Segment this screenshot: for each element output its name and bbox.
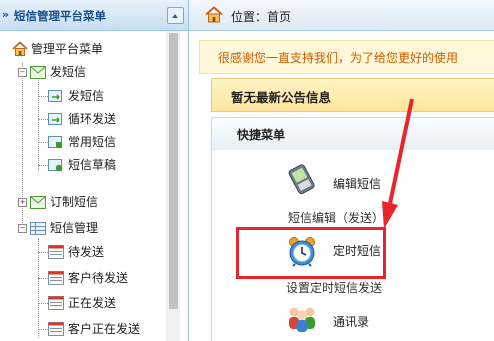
menu-item-label: 短信草稿 (68, 158, 117, 172)
thanks-banner: 很感谢您一直支持我们，为了给您更好的使用 (199, 40, 494, 74)
envelope-icon (30, 66, 46, 79)
expand-toggle[interactable]: + (18, 198, 27, 207)
home-icon (205, 6, 223, 23)
annotation-arrow-icon (382, 98, 414, 229)
sidebar: » 短信管理平台菜单 管理平台菜单 − 发短信 发短信 循环发送 常用短信 短信… (0, 0, 189, 341)
menu-item-label: 发短信 (68, 89, 105, 103)
notice-bar: 暂无最新公告信息 (211, 78, 494, 112)
sidebar-header: » 短信管理平台菜单 (0, 0, 188, 31)
menu-group-label: 短信管理 (50, 221, 99, 235)
list-icon (48, 322, 64, 336)
quick-menu-title: 快捷菜单 (237, 128, 286, 142)
home-icon (12, 41, 28, 56)
people-icon[interactable] (284, 303, 320, 336)
loop-send-icon (48, 113, 62, 125)
table-icon (30, 222, 46, 235)
notice-title: 暂无最新公告信息 (231, 90, 332, 105)
location-label: 位置：首页 (231, 10, 292, 24)
menu-item-label: 待发送 (68, 245, 105, 259)
menu-tree: 管理平台菜单 − 发短信 发短信 循环发送 常用短信 短信草稿 + 订制短信 −… (0, 31, 166, 341)
menu-item-label: 常用短信 (68, 135, 117, 149)
tree-root-label: 管理平台菜单 (31, 42, 104, 56)
double-chevron-icon: » (2, 8, 10, 21)
compose-sms-icon (48, 90, 62, 102)
common-sms-icon (48, 136, 62, 148)
list-icon (48, 245, 64, 259)
collapse-toggle[interactable]: − (18, 224, 27, 233)
collapse-toggle[interactable]: − (18, 68, 27, 77)
menu-item-label: 循环发送 (68, 112, 117, 126)
menu-group-label: 订制短信 (50, 195, 99, 209)
menu-item-label: 客户待发送 (68, 271, 129, 285)
envelope-icon (30, 196, 46, 209)
list-icon (48, 271, 64, 285)
thanks-text: 很感谢您一直支持我们，为了给您更好的使用 (218, 51, 459, 65)
draft-icon (48, 159, 63, 172)
phone-icon[interactable] (284, 162, 320, 199)
quick-menu-header: 快捷菜单 (211, 117, 494, 151)
quick-item-contacts[interactable]: 通讯录 (333, 313, 369, 330)
quick-item-desc: 设置定时短信发送 (286, 281, 383, 295)
menu-item-label: 客户正在发送 (68, 322, 141, 336)
location-bar: 位置：首页 (189, 0, 494, 31)
sidebar-title: 短信管理平台菜单 (14, 9, 106, 23)
collapse-sidebar-button[interactable] (167, 7, 184, 24)
annotation-highlight-box (236, 227, 386, 279)
menu-group-label: 发短信 (50, 65, 87, 79)
list-icon (48, 296, 64, 310)
sidebar-scroll-thumb[interactable] (169, 33, 178, 309)
menu-item-label: 正在发送 (68, 296, 117, 310)
